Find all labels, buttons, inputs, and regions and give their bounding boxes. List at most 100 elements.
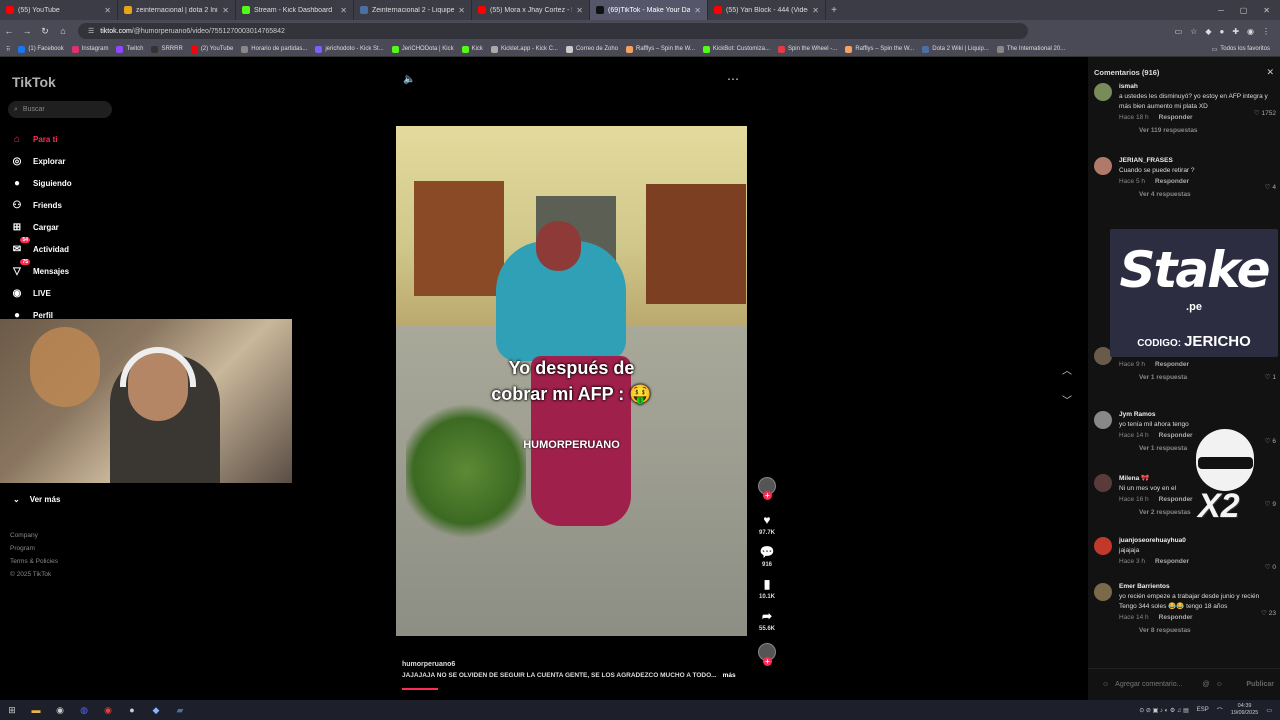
- close-icon[interactable]: ✕: [1266, 67, 1274, 78]
- comment-like-button[interactable]: ♡ 6: [1265, 437, 1276, 445]
- bookmark-item[interactable]: Spin the Wheel -...: [777, 45, 837, 53]
- bookmark-item[interactable]: Rafflys – Spin the W...: [626, 45, 695, 53]
- reply-button[interactable]: Responder: [1155, 558, 1189, 565]
- browser-tab[interactable]: (55) YouTube ✕: [0, 0, 118, 20]
- app-icon[interactable]: ▰: [168, 705, 192, 716]
- more-link[interactable]: más: [723, 672, 736, 679]
- app-icon[interactable]: ◆: [144, 705, 168, 716]
- sidebar-item-actividad[interactable]: ✉ 54 Actividad: [10, 237, 170, 260]
- sidebar-item-mensajes[interactable]: ▽ 75 Mensajes: [10, 259, 170, 282]
- bookmark-star-icon[interactable]: ☆: [1190, 27, 1197, 36]
- extension-icon[interactable]: ◆: [1205, 27, 1211, 36]
- avatar[interactable]: [1094, 583, 1112, 601]
- tab-close-icon[interactable]: ✕: [458, 6, 465, 15]
- volume-icon[interactable]: 🔈: [403, 74, 415, 85]
- post-button[interactable]: Publicar: [1246, 681, 1280, 688]
- clock[interactable]: 04:39 19/09/2025: [1231, 703, 1259, 717]
- bookmark-item[interactable]: Rafflys – Spin the W...: [845, 45, 914, 53]
- bookmark-item[interactable]: KickBot: Customiza...: [702, 45, 770, 53]
- browser-tab[interactable]: (55) Mora x Jhay Cortez - 512 ✕: [472, 0, 590, 20]
- mention-icon[interactable]: @: [1202, 681, 1209, 688]
- forward-icon[interactable]: →: [18, 26, 36, 36]
- reply-button[interactable]: Responder: [1159, 614, 1193, 621]
- comment-username[interactable]: JERIAN_FRASES: [1119, 157, 1276, 164]
- sidebar-item-cargar[interactable]: ⊞ Cargar: [10, 216, 170, 238]
- bookmark-item[interactable]: Twitch: [116, 45, 143, 53]
- bookmark-item[interactable]: JeriCHODota | Kick: [391, 45, 454, 53]
- url-field[interactable]: ☰ tiktok.com/@humorperuano6/video/755127…: [78, 23, 1028, 39]
- reload-icon[interactable]: ↻: [36, 26, 54, 37]
- sidebar-item-live[interactable]: ◉ LIVE: [10, 282, 170, 304]
- like-button[interactable]: ♥ 97.7K: [759, 513, 775, 536]
- footer-company[interactable]: Company: [10, 529, 58, 542]
- back-icon[interactable]: ←: [0, 26, 18, 36]
- close-window-icon[interactable]: ✕: [1263, 6, 1270, 15]
- comment-input[interactable]: ☺ Agregar comentario... @ ☺ Publicar: [1088, 668, 1280, 700]
- maximize-icon[interactable]: ▢: [1240, 6, 1248, 15]
- extensions-puzzle-icon[interactable]: ✚: [1232, 27, 1239, 36]
- extension-icon[interactable]: ●: [1219, 27, 1224, 36]
- bookmark-item[interactable]: Correo de Zoho: [565, 45, 618, 53]
- browser-tab[interactable]: zeinternacional | dota 2 Inicio ✕: [118, 0, 236, 20]
- tiktok-logo[interactable]: TikTok: [12, 74, 56, 90]
- more-options-icon[interactable]: ⋯: [727, 72, 739, 86]
- see-more-button[interactable]: ⌄ Ver más: [13, 495, 60, 504]
- bookmark-item[interactable]: The International 20...: [996, 45, 1065, 53]
- new-tab-icon[interactable]: +: [826, 5, 842, 16]
- comment-like-button[interactable]: ♡ 1752: [1254, 109, 1276, 117]
- tab-close-icon[interactable]: ✕: [812, 6, 819, 15]
- avatar[interactable]: [1094, 157, 1112, 175]
- minimize-icon[interactable]: ─: [1218, 6, 1224, 15]
- avatar[interactable]: [1094, 474, 1112, 492]
- sidebar-item-para-ti[interactable]: ⌂ Para ti: [10, 128, 170, 150]
- browser-tab[interactable]: (69)TikTok - Make Your Day ✕: [590, 0, 708, 20]
- comment-username[interactable]: Emer Barrientos: [1119, 583, 1276, 590]
- apps-grid-icon[interactable]: ⠿: [6, 46, 10, 53]
- comment-username[interactable]: ismah: [1119, 83, 1276, 90]
- wifi-icon[interactable]: ⌒: [1217, 706, 1223, 715]
- discord-icon[interactable]: ◍: [72, 705, 96, 716]
- bookmark-item[interactable]: SRRRR: [151, 45, 183, 53]
- sidebar-item-friends[interactable]: ⚇ Friends: [10, 194, 170, 216]
- bookmark-item[interactable]: Horario de partidas...: [241, 45, 307, 53]
- avatar[interactable]: [1094, 83, 1112, 101]
- tab-close-icon[interactable]: ✕: [576, 6, 583, 15]
- menu-dots-icon[interactable]: ⋮: [1262, 27, 1270, 36]
- home-icon[interactable]: ⌂: [54, 26, 72, 36]
- windows-start-icon[interactable]: ⊞: [0, 705, 24, 716]
- creator-avatar[interactable]: [758, 477, 776, 500]
- video-progress-bar[interactable]: [402, 688, 438, 690]
- obs-icon[interactable]: ●: [120, 705, 144, 715]
- bookmark-item[interactable]: Kick: [461, 45, 483, 53]
- sidebar-item-explorar[interactable]: ◎ Explorar: [10, 150, 170, 172]
- browser-tab[interactable]: Stream - Kick Dashboard ✕: [236, 0, 354, 20]
- comment-button[interactable]: 💬 916: [760, 545, 775, 568]
- comment-username[interactable]: Jym Ramos: [1119, 411, 1276, 418]
- avatar[interactable]: [1094, 411, 1112, 429]
- comment-like-button[interactable]: ♡ 0: [1265, 563, 1276, 571]
- sound-disc[interactable]: [758, 643, 776, 666]
- comment-like-button[interactable]: ♡ 1: [1265, 373, 1276, 381]
- bookmark-item[interactable]: Kicklet.app - Kick C...: [490, 45, 558, 53]
- view-replies-button[interactable]: Ver 119 respuestas: [1139, 127, 1276, 134]
- bookmark-item[interactable]: Instagram: [71, 45, 108, 53]
- emoji-picker-icon[interactable]: ☺: [1216, 681, 1223, 688]
- comment-like-button[interactable]: ♡ 9: [1265, 500, 1276, 508]
- notification-icon[interactable]: ▭: [1266, 707, 1272, 714]
- browser-tab[interactable]: Zeinternacional 2 - Liquipedia✕: [354, 0, 472, 20]
- comment-like-button[interactable]: ♡ 23: [1261, 609, 1276, 617]
- tab-close-icon[interactable]: ✕: [104, 6, 111, 15]
- footer-program[interactable]: Program: [10, 542, 58, 555]
- chevron-down-icon[interactable]: ﹀: [1062, 387, 1072, 417]
- reply-button[interactable]: Responder: [1155, 178, 1189, 185]
- view-replies-button[interactable]: Ver 8 respuestas: [1139, 627, 1276, 634]
- bookmark-item[interactable]: jerichodoto - Kick St...: [315, 45, 384, 53]
- file-explorer-icon[interactable]: ▬: [24, 705, 48, 715]
- tray-icons[interactable]: ⊙ ⊘ ▣ ♪ ◐ ⚙ ♫ ▤: [1139, 707, 1189, 714]
- tune-icon[interactable]: ☰: [88, 27, 94, 35]
- install-icon[interactable]: ▭: [1175, 27, 1183, 36]
- browser-tab[interactable]: (55) Yan Block - 444 (Video Of ✕: [708, 0, 826, 20]
- bookmark-item[interactable]: Dota 2 Wiki | Liquip...: [922, 45, 989, 53]
- reply-button[interactable]: Responder: [1155, 361, 1189, 368]
- bookmark-item[interactable]: (1) Facebook: [18, 45, 64, 53]
